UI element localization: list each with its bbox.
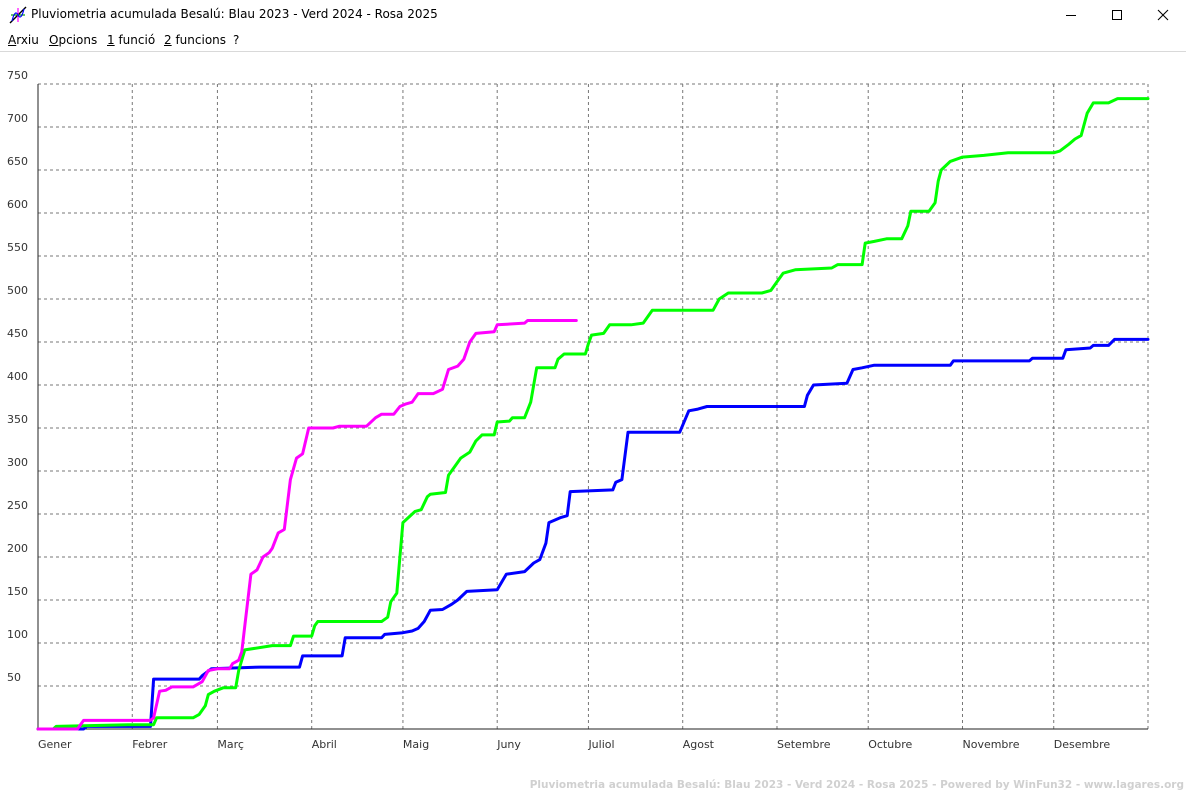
minimize-button[interactable] [1048,0,1094,30]
x-tick-label: Abril [312,738,337,751]
x-tick-label: Juny [496,738,521,751]
x-tick-label: Gener [38,738,72,751]
series-line-2 [36,319,578,731]
x-tick-label: Agost [683,738,715,751]
series-line-1 [36,97,1150,731]
rainfall-chart: 50 100 150 200 250 300 350 400 450 500 550 600 650 70… [7,69,1150,751]
y-tick-label: 450 [7,327,28,340]
x-tick-label: Novembre [962,738,1019,751]
function-plot-icon [9,6,27,24]
minimize-icon [1066,15,1076,16]
y-tick-label: 150 [7,585,28,598]
x-tick-label: Setembre [777,738,831,751]
maximize-icon [1112,10,1122,20]
title-bar: Pluviometria acumulada Besalú: Blau 2023… [0,0,1186,30]
x-tick-label: Octubre [868,738,912,751]
menu-bar: Arxiu Opcions 1 funció 2 funcions ? [0,30,1186,52]
x-tick-label: Desembre [1054,738,1111,751]
y-tick-label: 400 [7,370,28,383]
menu-arxiu[interactable]: Arxiu [8,33,39,47]
x-tick-label: Juliol [587,738,614,751]
x-tick-label: Febrer [132,738,168,751]
close-icon [1157,9,1169,21]
menu-1-funcio[interactable]: 1 funció [107,33,155,47]
y-tick-label: 50 [7,671,21,684]
close-button[interactable] [1140,0,1186,30]
y-tick-label: 200 [7,542,28,555]
y-tick-label: 700 [7,112,28,125]
y-tick-label: 250 [7,499,28,512]
y-tick-label: 750 [7,69,28,82]
menu-help[interactable]: ? [233,33,239,47]
x-tick-label: Març [217,738,244,751]
menu-2-funcions[interactable]: 2 funcions [164,33,226,47]
y-tick-label: 600 [7,198,28,211]
y-tick-label: 300 [7,456,28,469]
y-tick-label: 100 [7,628,28,641]
series-line-0 [36,337,1150,731]
y-tick-label: 350 [7,413,28,426]
y-tick-label: 650 [7,155,28,168]
window-title: Pluviometria acumulada Besalú: Blau 2023… [31,7,438,21]
menu-opcions[interactable]: Opcions [49,33,97,47]
y-tick-label: 550 [7,241,28,254]
footer-credit: Pluviometria acumulada Besalú: Blau 2023… [529,779,1184,791]
maximize-button[interactable] [1094,0,1140,30]
x-tick-label: Maig [403,738,429,751]
y-tick-label: 500 [7,284,28,297]
chart-area: 50 100 150 200 250 300 350 400 450 500 550 600 650 70… [0,52,1186,793]
